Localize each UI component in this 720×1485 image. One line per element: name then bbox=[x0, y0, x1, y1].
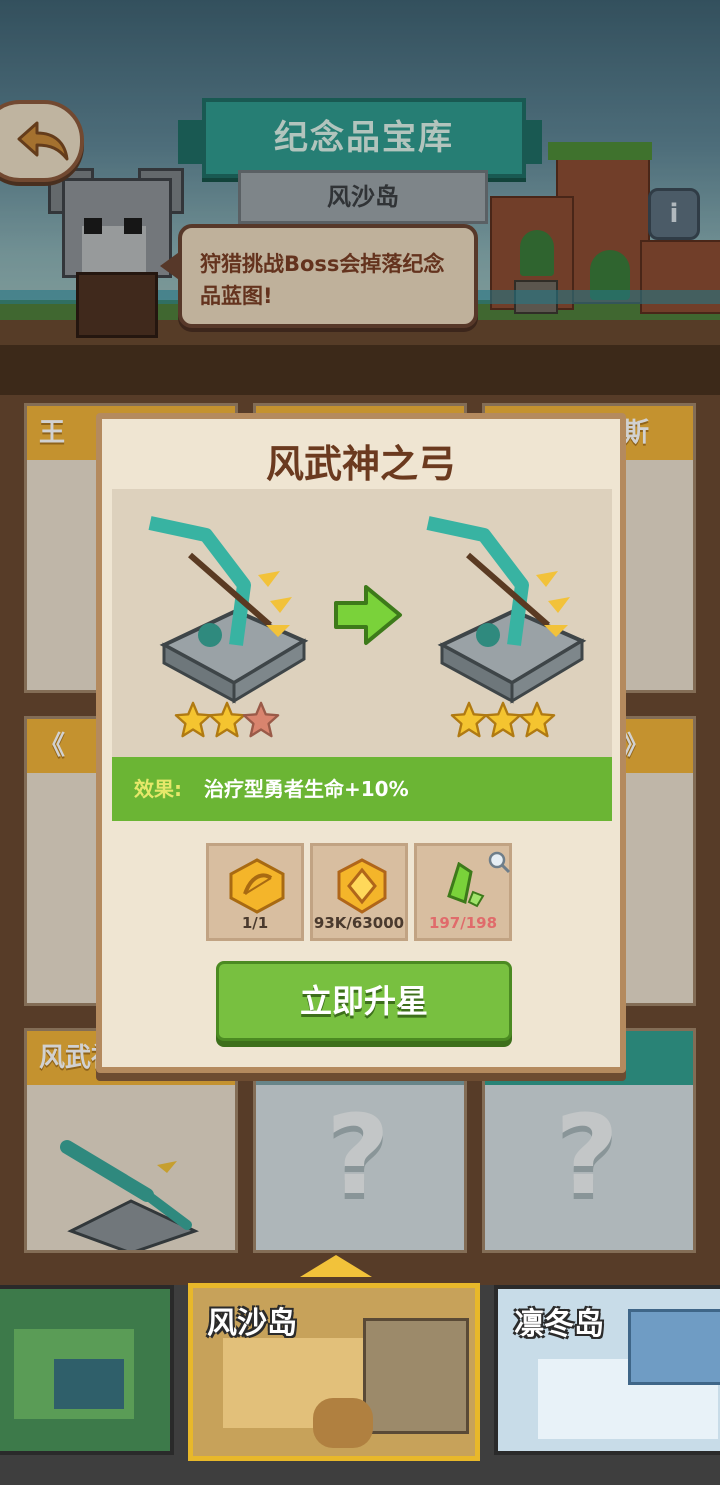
upgrade-star-button[interactable]: 立即升星 bbox=[216, 961, 512, 1041]
star-empty-icon bbox=[242, 701, 280, 738]
star-filled-icon bbox=[484, 701, 522, 738]
upgrade-dialog: 风武神之弓 效果: 治疗型勇者生命+10% 1/1 93K/63000 197/… bbox=[96, 413, 626, 1073]
effect-label: 效果: bbox=[134, 777, 182, 801]
gold-coin-icon bbox=[337, 858, 387, 914]
cost-gold[interactable]: 93K/63000 bbox=[310, 843, 408, 941]
island-rock bbox=[313, 1398, 373, 1448]
dialog-title: 风武神之弓 bbox=[265, 442, 456, 486]
island-building bbox=[54, 1359, 124, 1409]
cost-blueprint[interactable]: 1/1 bbox=[206, 843, 304, 941]
star-filled-icon bbox=[518, 701, 556, 738]
arrow-right-icon bbox=[334, 585, 402, 645]
cost-gold-text: 93K/63000 bbox=[313, 914, 405, 932]
effect-text: 治疗型勇者生命+10% bbox=[204, 777, 409, 801]
island-card-forest[interactable] bbox=[0, 1285, 174, 1455]
green-crystal-icon bbox=[447, 862, 485, 908]
island-card-winter[interactable]: 凛冬岛 bbox=[494, 1285, 720, 1455]
magnifier-icon[interactable] bbox=[487, 850, 511, 874]
selected-indicator-arrow bbox=[300, 1255, 372, 1277]
current-star-rating bbox=[174, 701, 280, 743]
upgrade-preview bbox=[112, 489, 612, 757]
bow-current-icon bbox=[148, 516, 309, 704]
star-filled-icon bbox=[208, 701, 246, 738]
cost-blueprint-text: 1/1 bbox=[241, 914, 269, 932]
cost-crystal-text: 197/198 bbox=[428, 914, 498, 932]
island-card-sand[interactable]: 风沙岛 bbox=[188, 1283, 480, 1461]
bow-blueprint-coin-icon bbox=[229, 858, 285, 914]
island-building bbox=[628, 1309, 720, 1385]
island-name: 风沙岛 bbox=[207, 1306, 297, 1341]
bow-upgraded-icon bbox=[426, 516, 587, 704]
next-star-rating bbox=[450, 701, 556, 743]
island-name: 凛冬岛 bbox=[514, 1307, 604, 1342]
island-castle bbox=[363, 1318, 469, 1434]
cost-crystal[interactable]: 197/198 bbox=[414, 843, 512, 941]
star-filled-icon bbox=[450, 701, 488, 738]
effect-bar: 效果: 治疗型勇者生命+10% bbox=[112, 757, 612, 821]
star-filled-icon bbox=[174, 701, 212, 738]
